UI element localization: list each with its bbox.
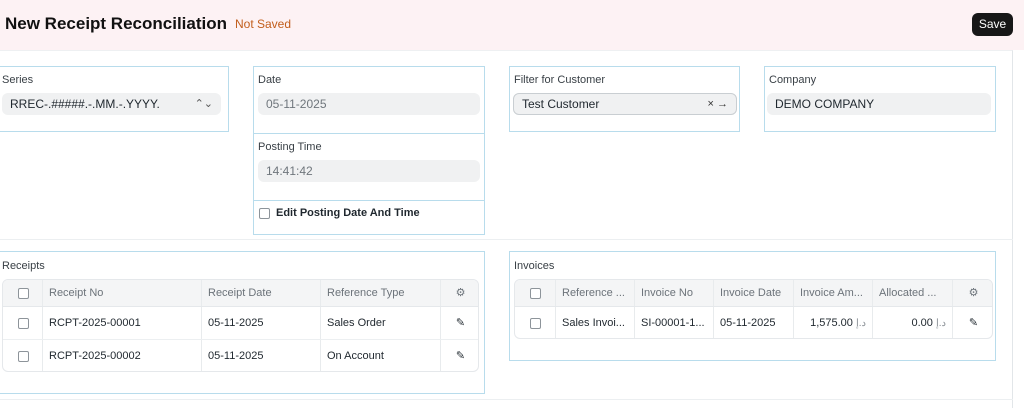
invoices-table: Reference ... Invoice No Invoice Date In… bbox=[514, 279, 993, 339]
page-header: New Receipt Reconciliation Not Saved Sav… bbox=[0, 0, 1024, 50]
reference-cell: Sales Invoi... bbox=[556, 307, 635, 338]
section-divider bbox=[0, 239, 1013, 240]
customer-section: Filter for Customer Test Customer × → bbox=[509, 66, 740, 132]
receipt-date-cell: 05-11-2025 bbox=[202, 307, 321, 339]
invoice-date-cell: 05-11-2025 bbox=[714, 307, 794, 338]
edit-posting-label: Edit Posting Date And Time bbox=[276, 207, 420, 219]
currency-symbol: د.إ bbox=[935, 318, 946, 329]
status-badge: Not Saved bbox=[235, 17, 292, 31]
customer-value: Test Customer bbox=[522, 97, 600, 111]
gear-icon[interactable]: ⚙ bbox=[441, 280, 478, 306]
receipts-table: Receipt No Receipt Date Reference Type ⚙… bbox=[2, 279, 479, 372]
allocated-amount-cell: 0.00 د.إ bbox=[873, 307, 953, 338]
invoice-no-cell: SI-00001-1... bbox=[635, 307, 714, 338]
series-label: Series bbox=[2, 74, 34, 86]
table-row[interactable]: Sales Invoi... SI-00001-1... 05-11-2025 … bbox=[515, 307, 992, 338]
customer-link-input[interactable]: Test Customer × → bbox=[513, 93, 737, 115]
save-button[interactable]: Save bbox=[972, 13, 1013, 36]
reference-type-cell: Sales Order bbox=[321, 307, 441, 339]
section-divider bbox=[0, 399, 1013, 400]
arrow-right-icon[interactable]: → bbox=[717, 98, 728, 110]
column-header: Receipt No bbox=[43, 280, 202, 306]
divider bbox=[254, 133, 484, 134]
allocated-value: 0.00 bbox=[911, 317, 933, 329]
column-header: Reference ... bbox=[556, 280, 635, 306]
edit-posting-checkbox[interactable] bbox=[259, 208, 270, 219]
receipt-date-cell: 05-11-2025 bbox=[202, 340, 321, 371]
amount-value: 1,575.00 bbox=[810, 317, 853, 329]
gear-icon[interactable]: ⚙ bbox=[953, 280, 992, 306]
invoices-label: Invoices bbox=[514, 260, 555, 272]
select-all-checkbox[interactable] bbox=[18, 288, 29, 299]
row-checkbox[interactable] bbox=[530, 318, 541, 329]
customer-label: Filter for Customer bbox=[514, 74, 606, 86]
table-header: Receipt No Receipt Date Reference Type ⚙ bbox=[3, 280, 478, 307]
column-header: Invoice No bbox=[635, 280, 714, 306]
receipts-label: Receipts bbox=[2, 260, 45, 272]
edit-icon[interactable]: ✎ bbox=[441, 307, 478, 339]
column-header: Invoice Date bbox=[714, 280, 794, 306]
column-header: Allocated ... bbox=[873, 280, 953, 306]
table-header: Reference ... Invoice No Invoice Date In… bbox=[515, 280, 992, 307]
select-arrows-icon: ⌃⌄ bbox=[194, 98, 213, 110]
series-value: RREC-.#####.-.MM.-.YYYY. bbox=[10, 97, 160, 111]
table-row[interactable]: RCPT-2025-00001 05-11-2025 Sales Order ✎ bbox=[3, 307, 478, 340]
column-header: Receipt Date bbox=[202, 280, 321, 306]
posting-time-input[interactable]: 14:41:42 bbox=[258, 160, 480, 182]
column-header: Reference Type bbox=[321, 280, 441, 306]
company-section: Company DEMO COMPANY bbox=[764, 66, 996, 132]
currency-symbol: د.إ bbox=[855, 318, 866, 329]
receipts-section: Receipts Receipt No Receipt Date Referen… bbox=[0, 251, 485, 394]
invoices-section: Invoices Reference ... Invoice No Invoic… bbox=[509, 251, 996, 361]
series-section: Series RREC-.#####.-.MM.-.YYYY. ⌃⌄ bbox=[0, 66, 229, 132]
series-select[interactable]: RREC-.#####.-.MM.-.YYYY. ⌃⌄ bbox=[2, 93, 221, 115]
divider bbox=[254, 200, 484, 201]
page-title: New Receipt Reconciliation bbox=[5, 14, 227, 33]
column-header: Invoice Am... bbox=[794, 280, 873, 306]
row-checkbox[interactable] bbox=[18, 351, 29, 362]
table-row[interactable]: RCPT-2025-00002 05-11-2025 On Account ✎ bbox=[3, 340, 478, 371]
edit-icon[interactable]: ✎ bbox=[953, 307, 992, 338]
select-all-checkbox[interactable] bbox=[530, 288, 541, 299]
date-label: Date bbox=[258, 74, 282, 86]
reference-type-cell: On Account bbox=[321, 340, 441, 371]
edit-icon[interactable]: ✎ bbox=[441, 340, 478, 371]
posting-time-label: Posting Time bbox=[258, 141, 322, 153]
row-checkbox[interactable] bbox=[18, 318, 29, 329]
company-label: Company bbox=[769, 74, 817, 86]
invoice-amount-cell: 1,575.00 د.إ bbox=[794, 307, 873, 338]
company-input[interactable]: DEMO COMPANY bbox=[767, 93, 991, 115]
receipt-no-cell: RCPT-2025-00002 bbox=[43, 340, 202, 371]
clear-icon[interactable]: × bbox=[708, 98, 714, 110]
receipt-no-cell: RCPT-2025-00001 bbox=[43, 307, 202, 339]
date-section: Date 05-11-2025 Posting Time 14:41:42 Ed… bbox=[253, 66, 485, 235]
date-input[interactable]: 05-11-2025 bbox=[258, 93, 480, 115]
